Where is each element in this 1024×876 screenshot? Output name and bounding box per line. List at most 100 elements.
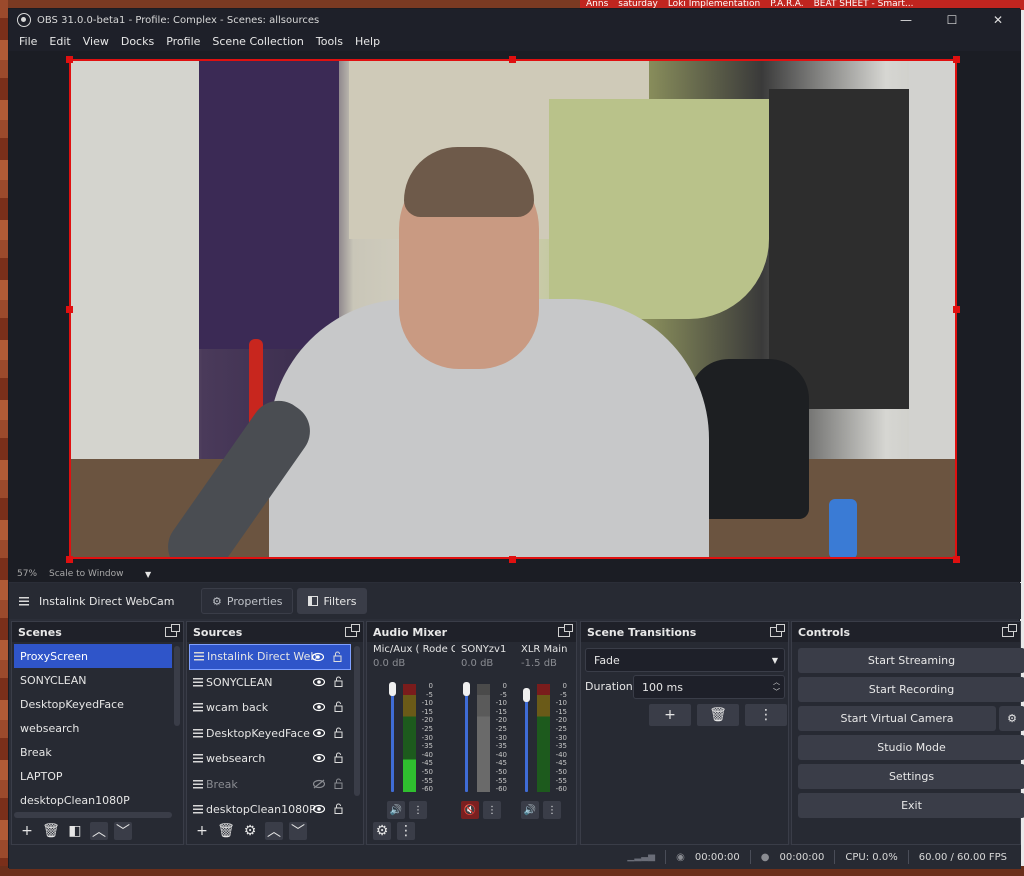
virtual-camera-settings-icon[interactable]: ⚙	[999, 706, 1024, 731]
move-up-icon[interactable]: ︿	[90, 822, 108, 840]
scenes-scrollbar[interactable]	[174, 646, 180, 726]
settings-button[interactable]: Settings	[798, 764, 1024, 789]
add-transition-icon[interactable]: +	[649, 704, 691, 726]
volume-slider-track[interactable]	[391, 684, 394, 792]
lock-icon[interactable]	[334, 676, 343, 687]
menu-view[interactable]: View	[77, 35, 115, 48]
eye-icon[interactable]	[313, 702, 325, 712]
move-down-icon[interactable]: ﹀	[289, 822, 307, 840]
scene-item[interactable]: LAPTOP	[14, 764, 172, 788]
scenes-h-scrollbar[interactable]	[14, 812, 172, 818]
resize-handle[interactable]	[66, 556, 73, 563]
eye-icon[interactable]	[312, 652, 324, 662]
resize-handle[interactable]	[66, 56, 73, 63]
move-down-icon[interactable]: ﹀	[114, 822, 132, 840]
add-source-icon[interactable]: +	[193, 822, 211, 840]
close-button[interactable]: ✕	[975, 9, 1021, 31]
source-item[interactable]: wcam back	[189, 695, 351, 721]
transition-select[interactable]: Fade ▼	[585, 648, 785, 672]
menu-file[interactable]: File	[13, 35, 43, 48]
source-item[interactable]: DesktopKeyedFace	[189, 721, 351, 747]
scene-item[interactable]: SONYCLEAN	[14, 668, 172, 692]
menu-scene-collection[interactable]: Scene Collection	[206, 35, 309, 48]
float-dock-icon[interactable]	[345, 624, 360, 637]
menu-tools[interactable]: Tools	[310, 35, 349, 48]
resize-handle[interactable]	[953, 56, 960, 63]
delete-scene-icon[interactable]: 🗑	[42, 822, 60, 840]
scene-item[interactable]: Break	[14, 740, 172, 764]
move-up-icon[interactable]: ︿	[265, 822, 283, 840]
duration-spinbox[interactable]: 100 ms ︿ ﹀	[633, 675, 785, 699]
meter-label: -50	[421, 767, 433, 776]
menu-profile[interactable]: Profile	[160, 35, 206, 48]
exit-button[interactable]: Exit	[798, 793, 1024, 818]
source-item[interactable]: Break	[189, 772, 351, 798]
more-options-icon[interactable]: ⋮	[543, 801, 561, 819]
resize-handle[interactable]	[509, 56, 516, 63]
more-options-icon[interactable]: ⋮	[483, 801, 501, 819]
menu-docks[interactable]: Docks	[115, 35, 160, 48]
volume-slider-track[interactable]	[525, 692, 528, 792]
volume-slider-knob[interactable]	[463, 682, 470, 696]
float-dock-icon[interactable]	[770, 624, 785, 637]
minimize-button[interactable]: —	[883, 9, 929, 31]
scene-item[interactable]: desktopClean1080P	[14, 788, 172, 812]
selection-box[interactable]	[69, 59, 957, 559]
speaker-icon[interactable]: 🔊	[521, 801, 539, 819]
resize-handle[interactable]	[509, 556, 516, 563]
lock-icon[interactable]	[334, 727, 343, 738]
maximize-button[interactable]: ☐	[929, 9, 975, 31]
float-dock-icon[interactable]	[1002, 624, 1017, 637]
add-scene-icon[interactable]: +	[18, 822, 36, 840]
speaker-icon[interactable]: 🔊	[387, 801, 405, 819]
lock-icon[interactable]	[333, 651, 342, 662]
delete-transition-icon[interactable]: 🗑	[697, 704, 739, 726]
filters-button[interactable]: Filters	[297, 588, 368, 614]
scene-filters-icon[interactable]: ◧	[66, 822, 84, 840]
eye-icon[interactable]	[313, 728, 325, 738]
source-properties-icon[interactable]: ⚙	[241, 822, 259, 840]
studio-mode-button[interactable]: Studio Mode	[798, 735, 1024, 760]
eye-hidden-icon[interactable]	[313, 779, 325, 789]
muted-speaker-icon[interactable]: 🔇	[461, 801, 479, 819]
resize-handle[interactable]	[66, 306, 73, 313]
float-dock-icon[interactable]	[558, 624, 573, 637]
scene-item[interactable]: websearch	[14, 716, 172, 740]
scale-mode-dropdown-icon[interactable]: ▼	[145, 570, 151, 579]
spin-arrows-icon[interactable]: ︿ ﹀	[773, 677, 780, 697]
source-item[interactable]: SONYCLEAN	[189, 670, 351, 696]
menu-edit[interactable]: Edit	[43, 35, 76, 48]
source-item[interactable]: desktopClean1080P	[189, 797, 351, 823]
sources-scrollbar[interactable]	[354, 646, 360, 796]
source-item[interactable]: Instalink Direct Web	[189, 644, 351, 670]
scale-mode-select[interactable]: Scale to Window	[49, 569, 139, 579]
resize-handle[interactable]	[953, 306, 960, 313]
start-virtual-camera-button[interactable]: Start Virtual Camera	[798, 706, 996, 731]
delete-source-icon[interactable]: 🗑	[217, 822, 235, 840]
volume-slider-knob[interactable]	[523, 688, 530, 702]
lock-icon[interactable]	[334, 701, 343, 712]
volume-slider-knob[interactable]	[389, 682, 396, 696]
transition-options-icon[interactable]: ⋮	[745, 704, 787, 726]
start-streaming-button[interactable]: Start Streaming	[798, 648, 1024, 673]
scene-transitions-dock: Scene Transitions Fade ▼ Duration 100 ms…	[580, 621, 789, 845]
audio-mixer-footer: ⚙ ⋮	[369, 820, 574, 842]
start-recording-button[interactable]: Start Recording	[798, 677, 1024, 702]
volume-slider-track[interactable]	[465, 684, 468, 792]
lock-icon[interactable]	[334, 803, 343, 814]
scene-item[interactable]: DesktopKeyedFace	[14, 692, 172, 716]
float-dock-icon[interactable]	[165, 624, 180, 637]
eye-icon[interactable]	[313, 804, 325, 814]
eye-icon[interactable]	[313, 677, 325, 687]
properties-button[interactable]: ⚙ Properties	[201, 588, 294, 614]
source-item[interactable]: websearch	[189, 746, 351, 772]
lock-icon[interactable]	[334, 778, 343, 789]
scene-item[interactable]: ProxyScreen	[14, 644, 172, 668]
more-options-icon[interactable]: ⋮	[409, 801, 427, 819]
resize-handle[interactable]	[953, 556, 960, 563]
menu-help[interactable]: Help	[349, 35, 386, 48]
lock-icon[interactable]	[334, 752, 343, 763]
more-options-icon[interactable]: ⋮	[397, 822, 415, 840]
mixer-settings-icon[interactable]: ⚙	[373, 822, 391, 840]
eye-icon[interactable]	[313, 753, 325, 763]
